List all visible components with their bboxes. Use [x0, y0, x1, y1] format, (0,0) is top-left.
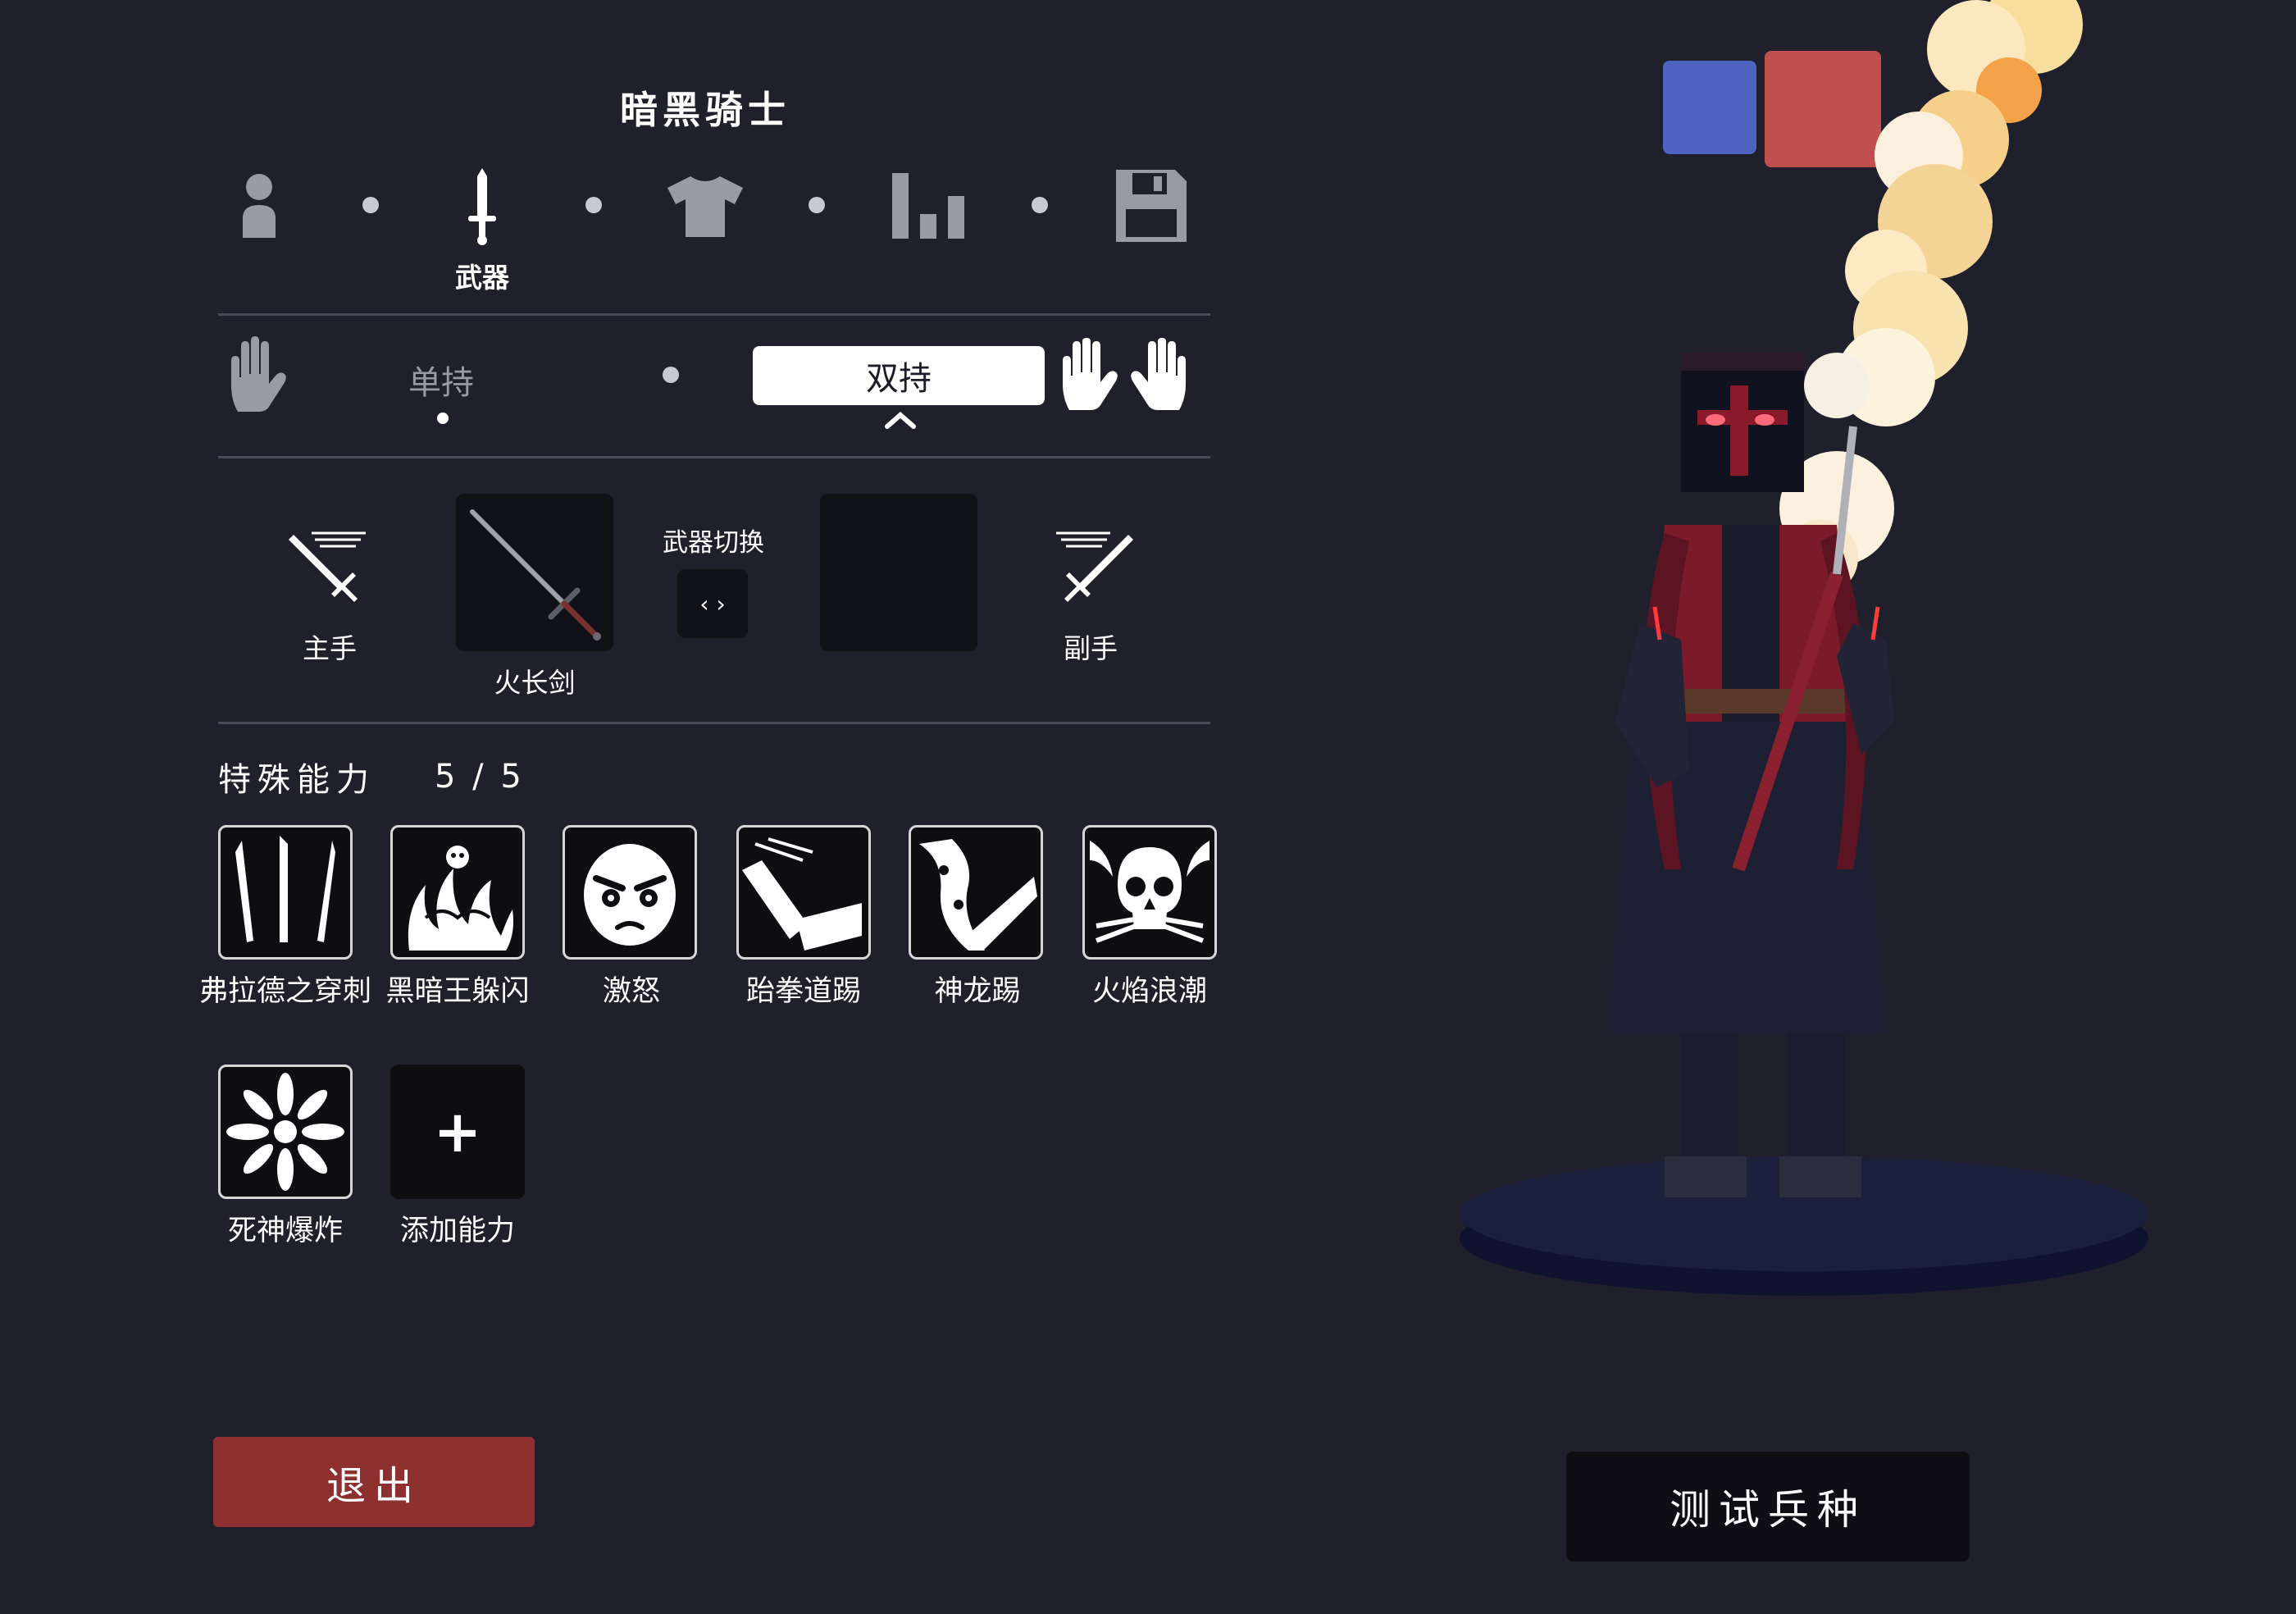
- shirt-icon: [667, 176, 743, 237]
- ability-slot[interactable]: [736, 825, 871, 960]
- ability-label: 弗拉德之穿刺: [198, 975, 371, 1008]
- grip-separator: [663, 367, 679, 383]
- main-hand-label: 主手: [303, 632, 357, 664]
- main-hand-sword-icon: [289, 531, 366, 602]
- two-hands-icon: [1063, 338, 1186, 410]
- step-weapons-label: 武器: [455, 262, 509, 294]
- ability-slot[interactable]: [563, 825, 697, 960]
- one-hand-button[interactable]: [226, 336, 289, 418]
- divider: [218, 722, 1210, 724]
- ability-slot[interactable]: [909, 825, 1043, 960]
- step-separator: [362, 197, 379, 213]
- step-save-button[interactable]: [1102, 161, 1200, 251]
- hand-icon: [231, 336, 286, 412]
- ability-label: 火焰浪潮: [1091, 975, 1207, 1008]
- add-ability-label: 添加能力: [399, 1215, 515, 1247]
- sword-icon: [468, 168, 496, 245]
- skull-wave-icon: [1090, 841, 1210, 943]
- floppy-disk-icon: [1116, 170, 1187, 242]
- abilities-count: 5 / 5: [435, 758, 525, 796]
- ability-slot[interactable]: [218, 825, 353, 960]
- long-sword-icon: [470, 509, 601, 641]
- main-weapon-name: 火长剑: [494, 667, 576, 699]
- explosion-icon: [226, 1073, 344, 1191]
- ability-label: 跆拳道踢: [745, 975, 861, 1008]
- ability-slot[interactable]: [390, 825, 525, 960]
- dragon-kick-icon: [919, 839, 1037, 951]
- step-clothing-button[interactable]: [656, 161, 754, 251]
- dark-knight-model: [1460, 0, 2148, 1296]
- divider: [218, 456, 1210, 458]
- ability-label: 神龙踢: [934, 975, 1021, 1008]
- off-hand-weapon-slot[interactable]: [820, 494, 977, 651]
- off-hand-label: 副手: [1064, 632, 1118, 664]
- main-weapon-slot[interactable]: [456, 494, 613, 651]
- stakes-icon: [235, 836, 335, 942]
- person-icon: [243, 174, 276, 238]
- weapon-switch-button[interactable]: ‹ ›: [677, 569, 748, 638]
- unit-name: 暗黑骑士: [620, 88, 790, 132]
- step-separator: [1032, 197, 1048, 213]
- kick-icon: [742, 837, 862, 951]
- add-ability-button[interactable]: +: [390, 1065, 525, 1199]
- step-separator: [809, 197, 825, 213]
- ability-slot[interactable]: [218, 1065, 353, 1199]
- unit-preview[interactable]: [1394, 0, 2214, 1332]
- step-weapons-button[interactable]: [433, 161, 531, 251]
- divider: [218, 313, 1210, 316]
- ability-slot[interactable]: [1082, 825, 1217, 960]
- off-hand-button[interactable]: [1053, 528, 1135, 613]
- two-handed-option[interactable]: 双持: [753, 346, 1045, 405]
- ability-label: 死神爆炸: [227, 1215, 343, 1247]
- weapon-switch-label: 武器切换: [663, 528, 764, 558]
- angry-face-icon: [584, 844, 676, 946]
- off-hand-sword-icon: [1056, 531, 1133, 602]
- step-body-button[interactable]: [210, 161, 308, 251]
- bar-chart-icon: [892, 173, 964, 239]
- one-handed-label[interactable]: 单持: [408, 356, 474, 404]
- chevron-up-icon: [884, 410, 917, 433]
- selection-indicator-dot: [437, 413, 449, 424]
- abilities-title: 特殊能力: [218, 761, 376, 799]
- ability-label: 黑暗王躲闪: [385, 975, 530, 1008]
- dark-dodge-icon: [408, 846, 513, 951]
- exit-button[interactable]: 退出: [213, 1437, 535, 1527]
- main-hand-button[interactable]: [287, 528, 369, 613]
- step-stats-button[interactable]: [879, 161, 977, 251]
- two-hands-button[interactable]: [1061, 338, 1187, 417]
- flame-trail: [1779, 0, 2083, 595]
- ability-label: 激怒: [602, 975, 660, 1008]
- test-unit-button[interactable]: 测试兵种: [1566, 1452, 1970, 1562]
- step-separator: [585, 197, 602, 213]
